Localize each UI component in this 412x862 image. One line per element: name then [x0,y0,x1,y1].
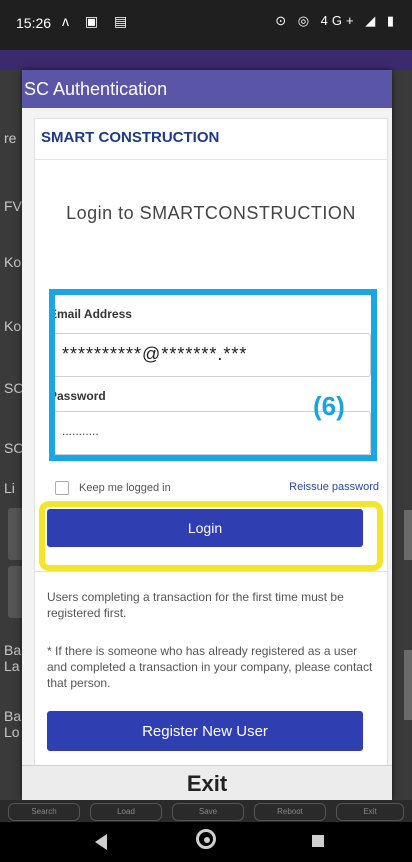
register-new-user-button[interactable]: Register New User [47,711,363,751]
background-scroll [404,650,412,720]
dialog-title-bar: SC Authentication [22,70,392,108]
status-time: 15:26 [16,15,52,31]
back-icon[interactable] [95,834,107,850]
system-status-icons: ⊙ ◎ 4G+ ◢ ▮ [275,13,398,28]
exit-bar: Exit [22,765,392,801]
navigation-bar [0,822,412,862]
recent-apps-icon[interactable] [312,835,324,847]
toolbar-search: Search [8,803,80,821]
toolbar-save: Save [172,803,244,821]
status-bar: 15:26 ᴧ ▣ ▤ ⊙ ◎ 4G+ ◢ ▮ [0,0,412,50]
background-toolbar: Search Load Save Reboot Exit [0,800,412,822]
reissue-password-link[interactable]: Reissue password [289,481,379,493]
auth-dialog: SC Authentication SMART CONSTRUCTION Log… [22,70,392,801]
keep-logged-in-checkbox[interactable] [55,481,69,495]
annotation-step-label: (6) [313,391,345,421]
toolbar-load: Load [90,803,162,821]
keep-logged-in-label: Keep me logged in [79,481,171,494]
background-label: Ba Lo [4,708,22,740]
background-scroll [404,510,412,560]
annotation-highlight-blue [49,289,377,461]
divider [35,159,387,160]
contact-notice: * If there is someone who has already re… [47,644,373,690]
exit-button[interactable]: Exit [22,766,392,801]
background-label: SC [4,440,24,456]
divider [35,571,387,572]
background-label: SC [4,380,24,396]
background-label: Ko [4,254,22,270]
app-bar [0,50,412,70]
home-dot [204,837,210,843]
login-button[interactable]: Login [47,509,363,547]
first-time-notice: Users completing a transaction for the f… [47,590,344,620]
background-label: Ko [4,318,22,334]
brand-logo-text: SMART CONSTRUCTION [41,129,220,146]
background-label: Li [4,480,15,496]
background-label: FV [4,198,22,214]
toolbar-reboot: Reboot [254,803,326,821]
background-label: Ba La [4,642,22,674]
login-heading: Login to SMARTCONSTRUCTION [66,203,356,223]
notification-icons: ᴧ ▣ ▤ [62,13,134,29]
toolbar-exit: Exit [336,803,404,821]
home-icon[interactable] [196,829,216,849]
background-label: re [4,130,17,146]
keep-logged-in-row[interactable]: Keep me logged in [55,481,171,495]
dialog-title: SC Authentication [24,79,168,99]
login-webview: SMART CONSTRUCTION Login to SMARTCONSTRU… [34,118,388,766]
